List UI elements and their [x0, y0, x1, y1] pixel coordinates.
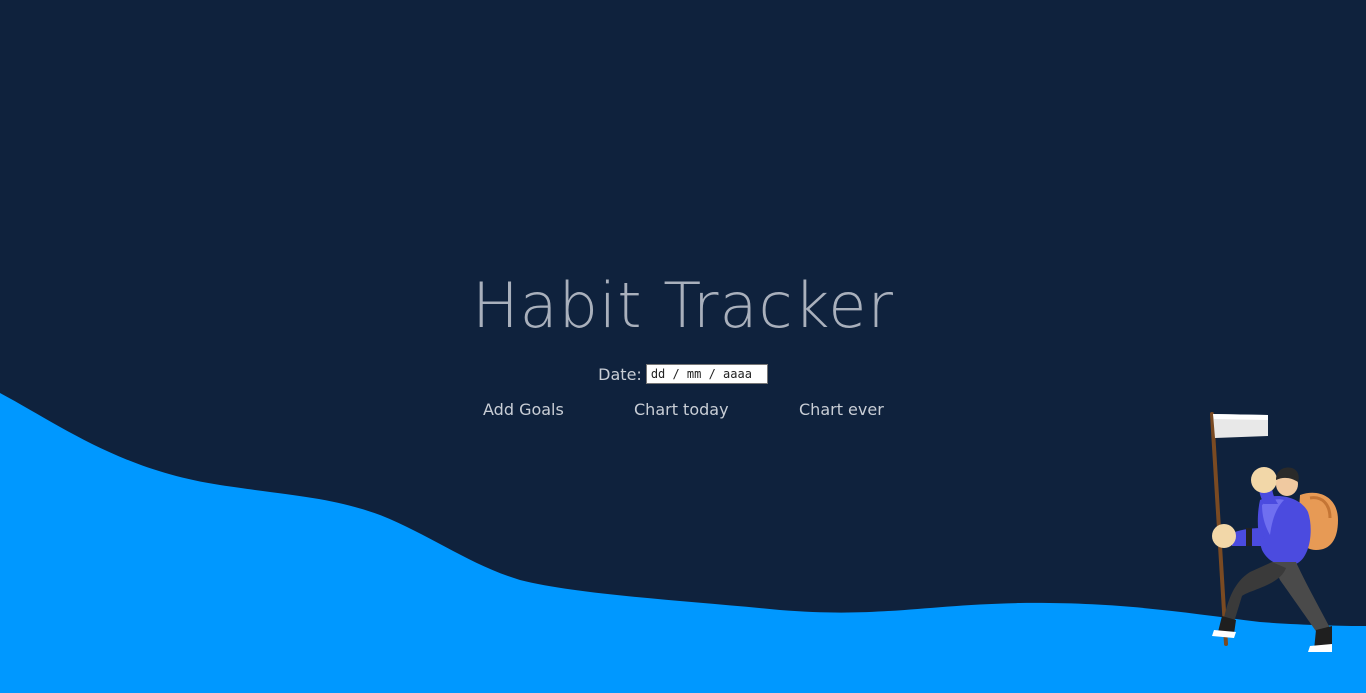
- wave-background: [0, 393, 1366, 693]
- add-goals-link[interactable]: Add Goals: [483, 400, 564, 419]
- date-label: Date:: [598, 364, 642, 384]
- date-input[interactable]: [645, 364, 768, 384]
- landing-page: Habit Tracker Date: Add Goals Chart toda…: [0, 0, 1366, 693]
- main-nav: Add Goals Chart today Chart ever: [0, 400, 1366, 422]
- chart-ever-link[interactable]: Chart ever: [799, 400, 884, 419]
- chart-today-link[interactable]: Chart today: [634, 400, 729, 419]
- hiker-with-flag-icon: [1210, 412, 1338, 652]
- date-row: Date:: [0, 364, 1366, 384]
- page-title: Habit Tracker: [472, 269, 894, 342]
